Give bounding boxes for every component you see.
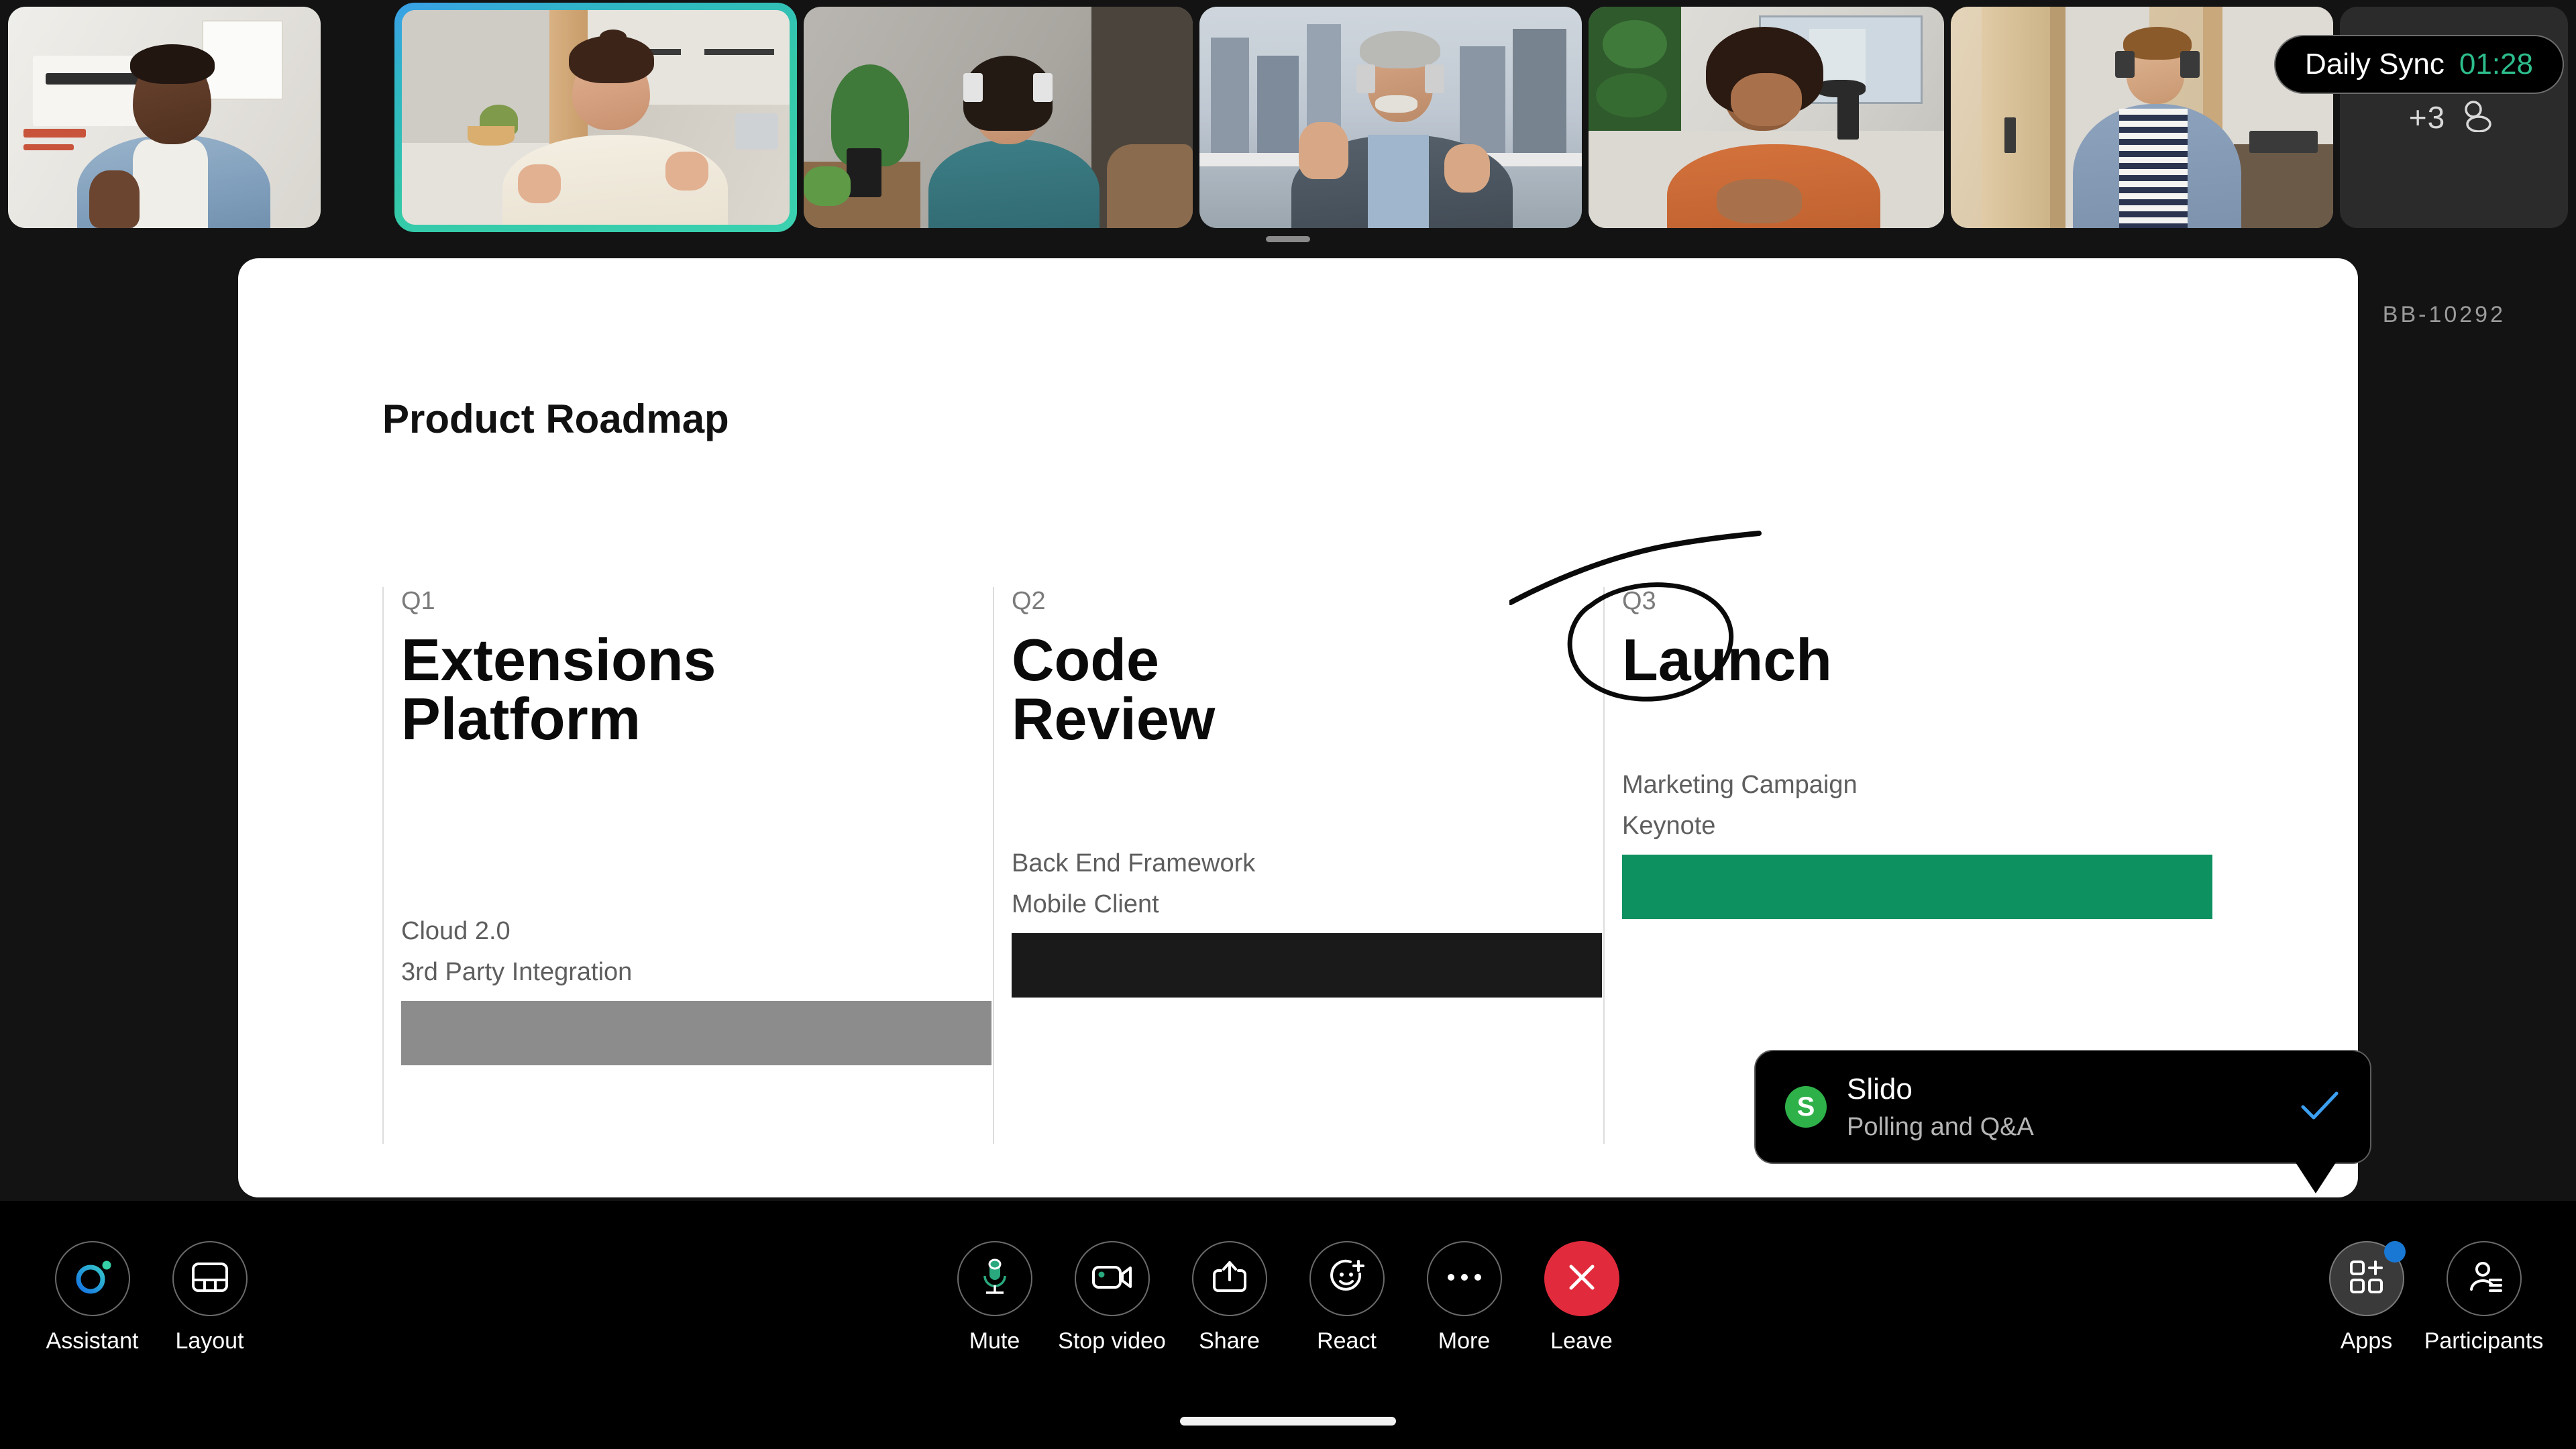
more-button[interactable]: More bbox=[1422, 1241, 1506, 1354]
participants-icon bbox=[2465, 1260, 2504, 1298]
mute-label: Mute bbox=[969, 1328, 1020, 1354]
camera-icon bbox=[1091, 1262, 1133, 1296]
layout-label: Layout bbox=[175, 1328, 244, 1354]
meeting-info-pill[interactable]: Daily Sync 01:28 bbox=[2274, 35, 2564, 94]
assistant-button[interactable]: Assistant bbox=[46, 1241, 138, 1354]
participant-tile-2[interactable] bbox=[394, 3, 797, 232]
home-indicator[interactable] bbox=[1180, 1417, 1396, 1426]
leave-button[interactable]: Leave bbox=[1540, 1241, 1623, 1354]
apps-notification-badge bbox=[2383, 1241, 2406, 1263]
quarter-items: Back End Framework Mobile Client bbox=[1012, 849, 1256, 918]
microphone-icon bbox=[979, 1257, 1010, 1301]
more-label: More bbox=[1438, 1328, 1491, 1354]
participant-tile-4[interactable] bbox=[1199, 7, 1582, 228]
react-button[interactable]: React bbox=[1305, 1241, 1389, 1354]
meeting-title: Daily Sync bbox=[2305, 48, 2445, 80]
share-icon bbox=[1212, 1260, 1247, 1298]
leave-label: Leave bbox=[1550, 1328, 1613, 1354]
filmstrip-drag-handle[interactable] bbox=[1266, 236, 1310, 242]
toolbar-left-group: Assistant Layout bbox=[46, 1241, 252, 1354]
roadmap-column-q2: Q2 Code Review Back End Framework Mobile… bbox=[993, 587, 1602, 1144]
slide-title: Product Roadmap bbox=[382, 396, 729, 441]
assistant-ring-icon bbox=[72, 1256, 113, 1301]
quarter-label: Q1 bbox=[401, 587, 435, 615]
quarter-progress-bar bbox=[1012, 933, 1602, 998]
mute-button[interactable]: Mute bbox=[953, 1241, 1036, 1354]
apps-grid-plus-icon bbox=[2349, 1259, 2385, 1299]
quarter-heading: Code Review bbox=[1012, 627, 1216, 752]
participant-tile-6[interactable] bbox=[1951, 7, 2333, 228]
participant-tile-3[interactable] bbox=[804, 7, 1193, 228]
quarter-label: Q3 bbox=[1622, 587, 1656, 615]
slido-app-name: Slido bbox=[1847, 1072, 1913, 1106]
layout-icon bbox=[191, 1262, 229, 1296]
roadmap-column-q1: Q1 Extensions Platform Cloud 2.0 3rd Par… bbox=[382, 587, 991, 1144]
quarter-progress-bar bbox=[401, 1001, 991, 1065]
participant-tile-1[interactable] bbox=[8, 7, 321, 228]
slide-reference-id: BB-10292 bbox=[2382, 302, 2506, 327]
quarter-items: Marketing Campaign Keynote bbox=[1622, 771, 1858, 840]
slido-app-subtitle: Polling and Q&A bbox=[1847, 1112, 2034, 1141]
share-button[interactable]: Share bbox=[1187, 1241, 1271, 1354]
stop-video-label: Stop video bbox=[1058, 1328, 1166, 1354]
quarter-heading: Launch bbox=[1622, 627, 1832, 693]
overflow-count: +3 bbox=[2408, 100, 2446, 135]
smiley-plus-icon bbox=[1329, 1259, 1365, 1299]
participants-label: Participants bbox=[2424, 1328, 2544, 1354]
assistant-label: Assistant bbox=[46, 1328, 139, 1354]
apps-label: Apps bbox=[2340, 1328, 2393, 1354]
quarter-label: Q2 bbox=[1012, 587, 1046, 615]
participants-button[interactable]: Participants bbox=[2424, 1241, 2543, 1354]
participant-filmstrip: +3 bbox=[0, 0, 2576, 242]
stop-video-button[interactable]: Stop video bbox=[1058, 1241, 1166, 1354]
meeting-timer: 01:28 bbox=[2459, 48, 2533, 80]
layout-button[interactable]: Layout bbox=[168, 1241, 252, 1354]
share-label: Share bbox=[1199, 1328, 1260, 1354]
toolbar-right-group: Apps Participants bbox=[2324, 1241, 2543, 1354]
close-x-icon bbox=[1566, 1261, 1598, 1297]
people-icon bbox=[2456, 100, 2499, 136]
slido-app-icon: S bbox=[1785, 1086, 1827, 1128]
meeting-toolbar: Assistant Layout Mute Stop video Share R… bbox=[0, 1201, 2576, 1449]
apps-button[interactable]: Apps bbox=[2324, 1241, 2408, 1354]
quarter-progress-bar bbox=[1622, 855, 2212, 919]
slido-app-toast[interactable]: S Slido Polling and Q&A bbox=[1754, 1050, 2371, 1193]
toast-pointer-tail bbox=[2296, 1163, 2336, 1193]
ellipsis-icon bbox=[1446, 1272, 1483, 1286]
meeting-screen: +3 Daily Sync 01:28 BB-10292 Product Roa… bbox=[0, 0, 2576, 1449]
quarter-items: Cloud 2.0 3rd Party Integration bbox=[401, 917, 633, 986]
react-label: React bbox=[1317, 1328, 1377, 1354]
checkmark-icon bbox=[2299, 1089, 2341, 1125]
toolbar-center-group: Mute Stop video Share React More Leave bbox=[953, 1241, 1623, 1354]
quarter-heading: Extensions Platform bbox=[401, 627, 716, 752]
participant-tile-5[interactable] bbox=[1589, 7, 1944, 228]
